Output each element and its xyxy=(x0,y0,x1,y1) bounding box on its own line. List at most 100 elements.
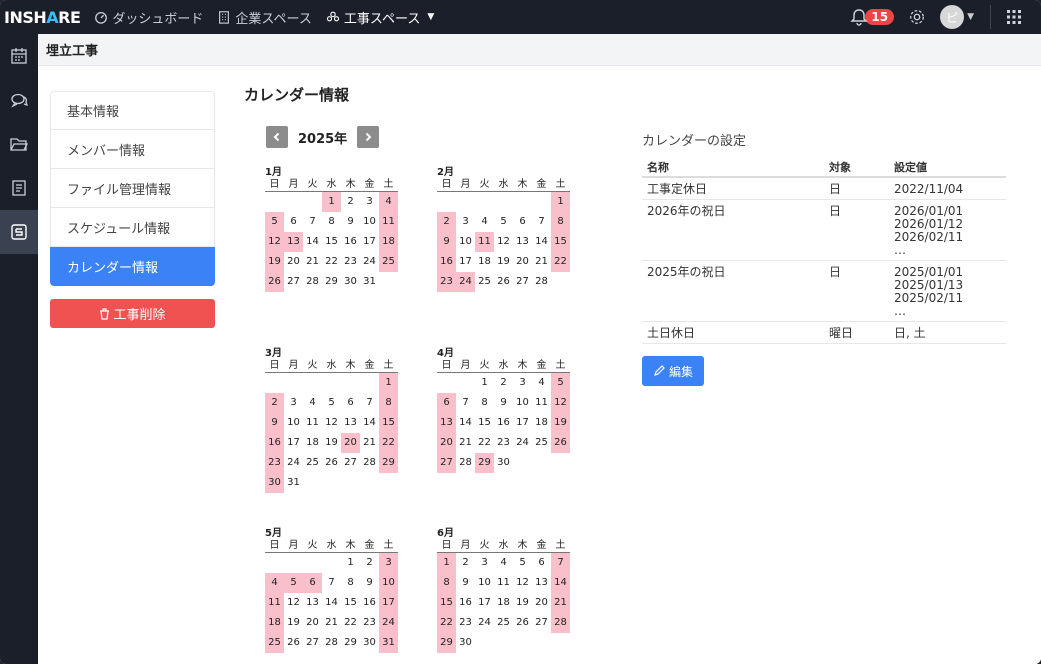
day-cell[interactable]: 30 xyxy=(456,633,475,653)
day-cell[interactable]: 6 xyxy=(303,573,322,593)
day-cell[interactable]: 18 xyxy=(532,413,551,433)
day-cell[interactable]: 6 xyxy=(284,212,303,232)
day-cell[interactable]: 31 xyxy=(379,633,398,653)
day-cell[interactable]: 15 xyxy=(551,232,570,252)
day-cell[interactable]: 3 xyxy=(513,373,532,393)
day-cell[interactable]: 3 xyxy=(379,553,398,573)
day-cell[interactable]: 12 xyxy=(322,413,341,433)
day-cell[interactable]: 27 xyxy=(303,633,322,653)
day-cell[interactable]: 8 xyxy=(341,573,360,593)
notification-badge[interactable]: 15 xyxy=(865,9,895,25)
day-cell[interactable]: 9 xyxy=(456,573,475,593)
day-cell[interactable]: 11 xyxy=(475,232,494,252)
day-cell[interactable]: 26 xyxy=(551,433,570,453)
day-cell[interactable]: 12 xyxy=(551,393,570,413)
sidebar-item-folder[interactable] xyxy=(0,122,38,166)
day-cell[interactable]: 19 xyxy=(494,252,513,272)
day-cell[interactable]: 23 xyxy=(265,453,284,473)
day-cell[interactable]: 16 xyxy=(265,433,284,453)
day-cell[interactable]: 20 xyxy=(303,613,322,633)
day-cell[interactable]: 9 xyxy=(437,232,456,252)
day-cell[interactable]: 16 xyxy=(360,593,379,613)
day-cell[interactable]: 16 xyxy=(456,593,475,613)
day-cell[interactable]: 10 xyxy=(456,232,475,252)
section-nav-calendar[interactable]: カレンダー情報 xyxy=(50,247,215,286)
gear-icon[interactable] xyxy=(908,8,926,26)
nav-company-space[interactable]: 企業スペース xyxy=(217,8,312,27)
day-cell[interactable]: 9 xyxy=(265,413,284,433)
chevron-down-icon[interactable]: ▼ xyxy=(967,12,974,22)
day-cell[interactable]: 27 xyxy=(513,272,532,292)
day-cell[interactable]: 9 xyxy=(341,212,360,232)
day-cell[interactable]: 18 xyxy=(494,593,513,613)
day-cell[interactable]: 23 xyxy=(456,613,475,633)
day-cell[interactable]: 27 xyxy=(437,453,456,473)
day-cell[interactable]: 11 xyxy=(265,593,284,613)
day-cell[interactable]: 1 xyxy=(322,192,341,212)
day-cell[interactable]: 12 xyxy=(284,593,303,613)
day-cell[interactable]: 8 xyxy=(475,393,494,413)
day-cell[interactable]: 5 xyxy=(551,373,570,393)
day-cell[interactable]: 6 xyxy=(532,553,551,573)
day-cell[interactable]: 29 xyxy=(475,453,494,473)
day-cell[interactable]: 17 xyxy=(360,232,379,252)
day-cell[interactable]: 7 xyxy=(322,573,341,593)
day-cell[interactable]: 2 xyxy=(265,393,284,413)
day-cell[interactable]: 27 xyxy=(532,613,551,633)
day-cell[interactable]: 4 xyxy=(265,573,284,593)
day-cell[interactable]: 28 xyxy=(360,453,379,473)
day-cell[interactable]: 3 xyxy=(360,192,379,212)
day-cell[interactable]: 3 xyxy=(475,553,494,573)
day-cell[interactable]: 31 xyxy=(360,272,379,292)
day-cell[interactable]: 26 xyxy=(284,633,303,653)
day-cell[interactable]: 7 xyxy=(532,212,551,232)
day-cell[interactable]: 14 xyxy=(551,573,570,593)
day-cell[interactable]: 15 xyxy=(379,413,398,433)
day-cell[interactable]: 14 xyxy=(456,413,475,433)
day-cell[interactable]: 30 xyxy=(494,453,513,473)
section-nav-basic-info[interactable]: 基本情報 xyxy=(50,91,215,130)
day-cell[interactable]: 22 xyxy=(475,433,494,453)
day-cell[interactable]: 11 xyxy=(379,212,398,232)
day-cell[interactable]: 30 xyxy=(360,633,379,653)
day-cell[interactable]: 21 xyxy=(322,613,341,633)
section-nav-files[interactable]: ファイル管理情報 xyxy=(50,169,215,208)
day-cell[interactable]: 26 xyxy=(513,613,532,633)
bell-icon[interactable] xyxy=(849,7,869,27)
day-cell[interactable]: 22 xyxy=(379,433,398,453)
day-cell[interactable]: 17 xyxy=(456,252,475,272)
day-cell[interactable]: 4 xyxy=(475,212,494,232)
day-cell[interactable]: 24 xyxy=(456,272,475,292)
section-nav-members[interactable]: メンバー情報 xyxy=(50,130,215,169)
day-cell[interactable]: 28 xyxy=(532,272,551,292)
day-cell[interactable]: 26 xyxy=(494,272,513,292)
day-cell[interactable]: 27 xyxy=(284,272,303,292)
day-cell[interactable]: 13 xyxy=(437,413,456,433)
day-cell[interactable]: 10 xyxy=(513,393,532,413)
day-cell[interactable]: 1 xyxy=(437,553,456,573)
day-cell[interactable]: 4 xyxy=(494,553,513,573)
day-cell[interactable]: 1 xyxy=(341,553,360,573)
logo[interactable]: INSHARE xyxy=(4,8,81,27)
day-cell[interactable]: 14 xyxy=(532,232,551,252)
day-cell[interactable]: 11 xyxy=(303,413,322,433)
day-cell[interactable]: 7 xyxy=(360,393,379,413)
day-cell[interactable]: 17 xyxy=(379,593,398,613)
day-cell[interactable]: 21 xyxy=(551,593,570,613)
day-cell[interactable]: 16 xyxy=(494,413,513,433)
day-cell[interactable]: 2 xyxy=(341,192,360,212)
day-cell[interactable]: 10 xyxy=(284,413,303,433)
day-cell[interactable]: 14 xyxy=(303,232,322,252)
day-cell[interactable]: 24 xyxy=(360,252,379,272)
day-cell[interactable]: 29 xyxy=(379,453,398,473)
day-cell[interactable]: 18 xyxy=(475,252,494,272)
day-cell[interactable]: 19 xyxy=(322,433,341,453)
day-cell[interactable]: 25 xyxy=(532,433,551,453)
nav-dashboard[interactable]: ダッシュボード xyxy=(94,8,203,27)
day-cell[interactable]: 6 xyxy=(341,393,360,413)
day-cell[interactable]: 4 xyxy=(532,373,551,393)
day-cell[interactable]: 29 xyxy=(437,633,456,653)
day-cell[interactable]: 25 xyxy=(494,613,513,633)
day-cell[interactable]: 16 xyxy=(341,232,360,252)
day-cell[interactable]: 9 xyxy=(494,393,513,413)
